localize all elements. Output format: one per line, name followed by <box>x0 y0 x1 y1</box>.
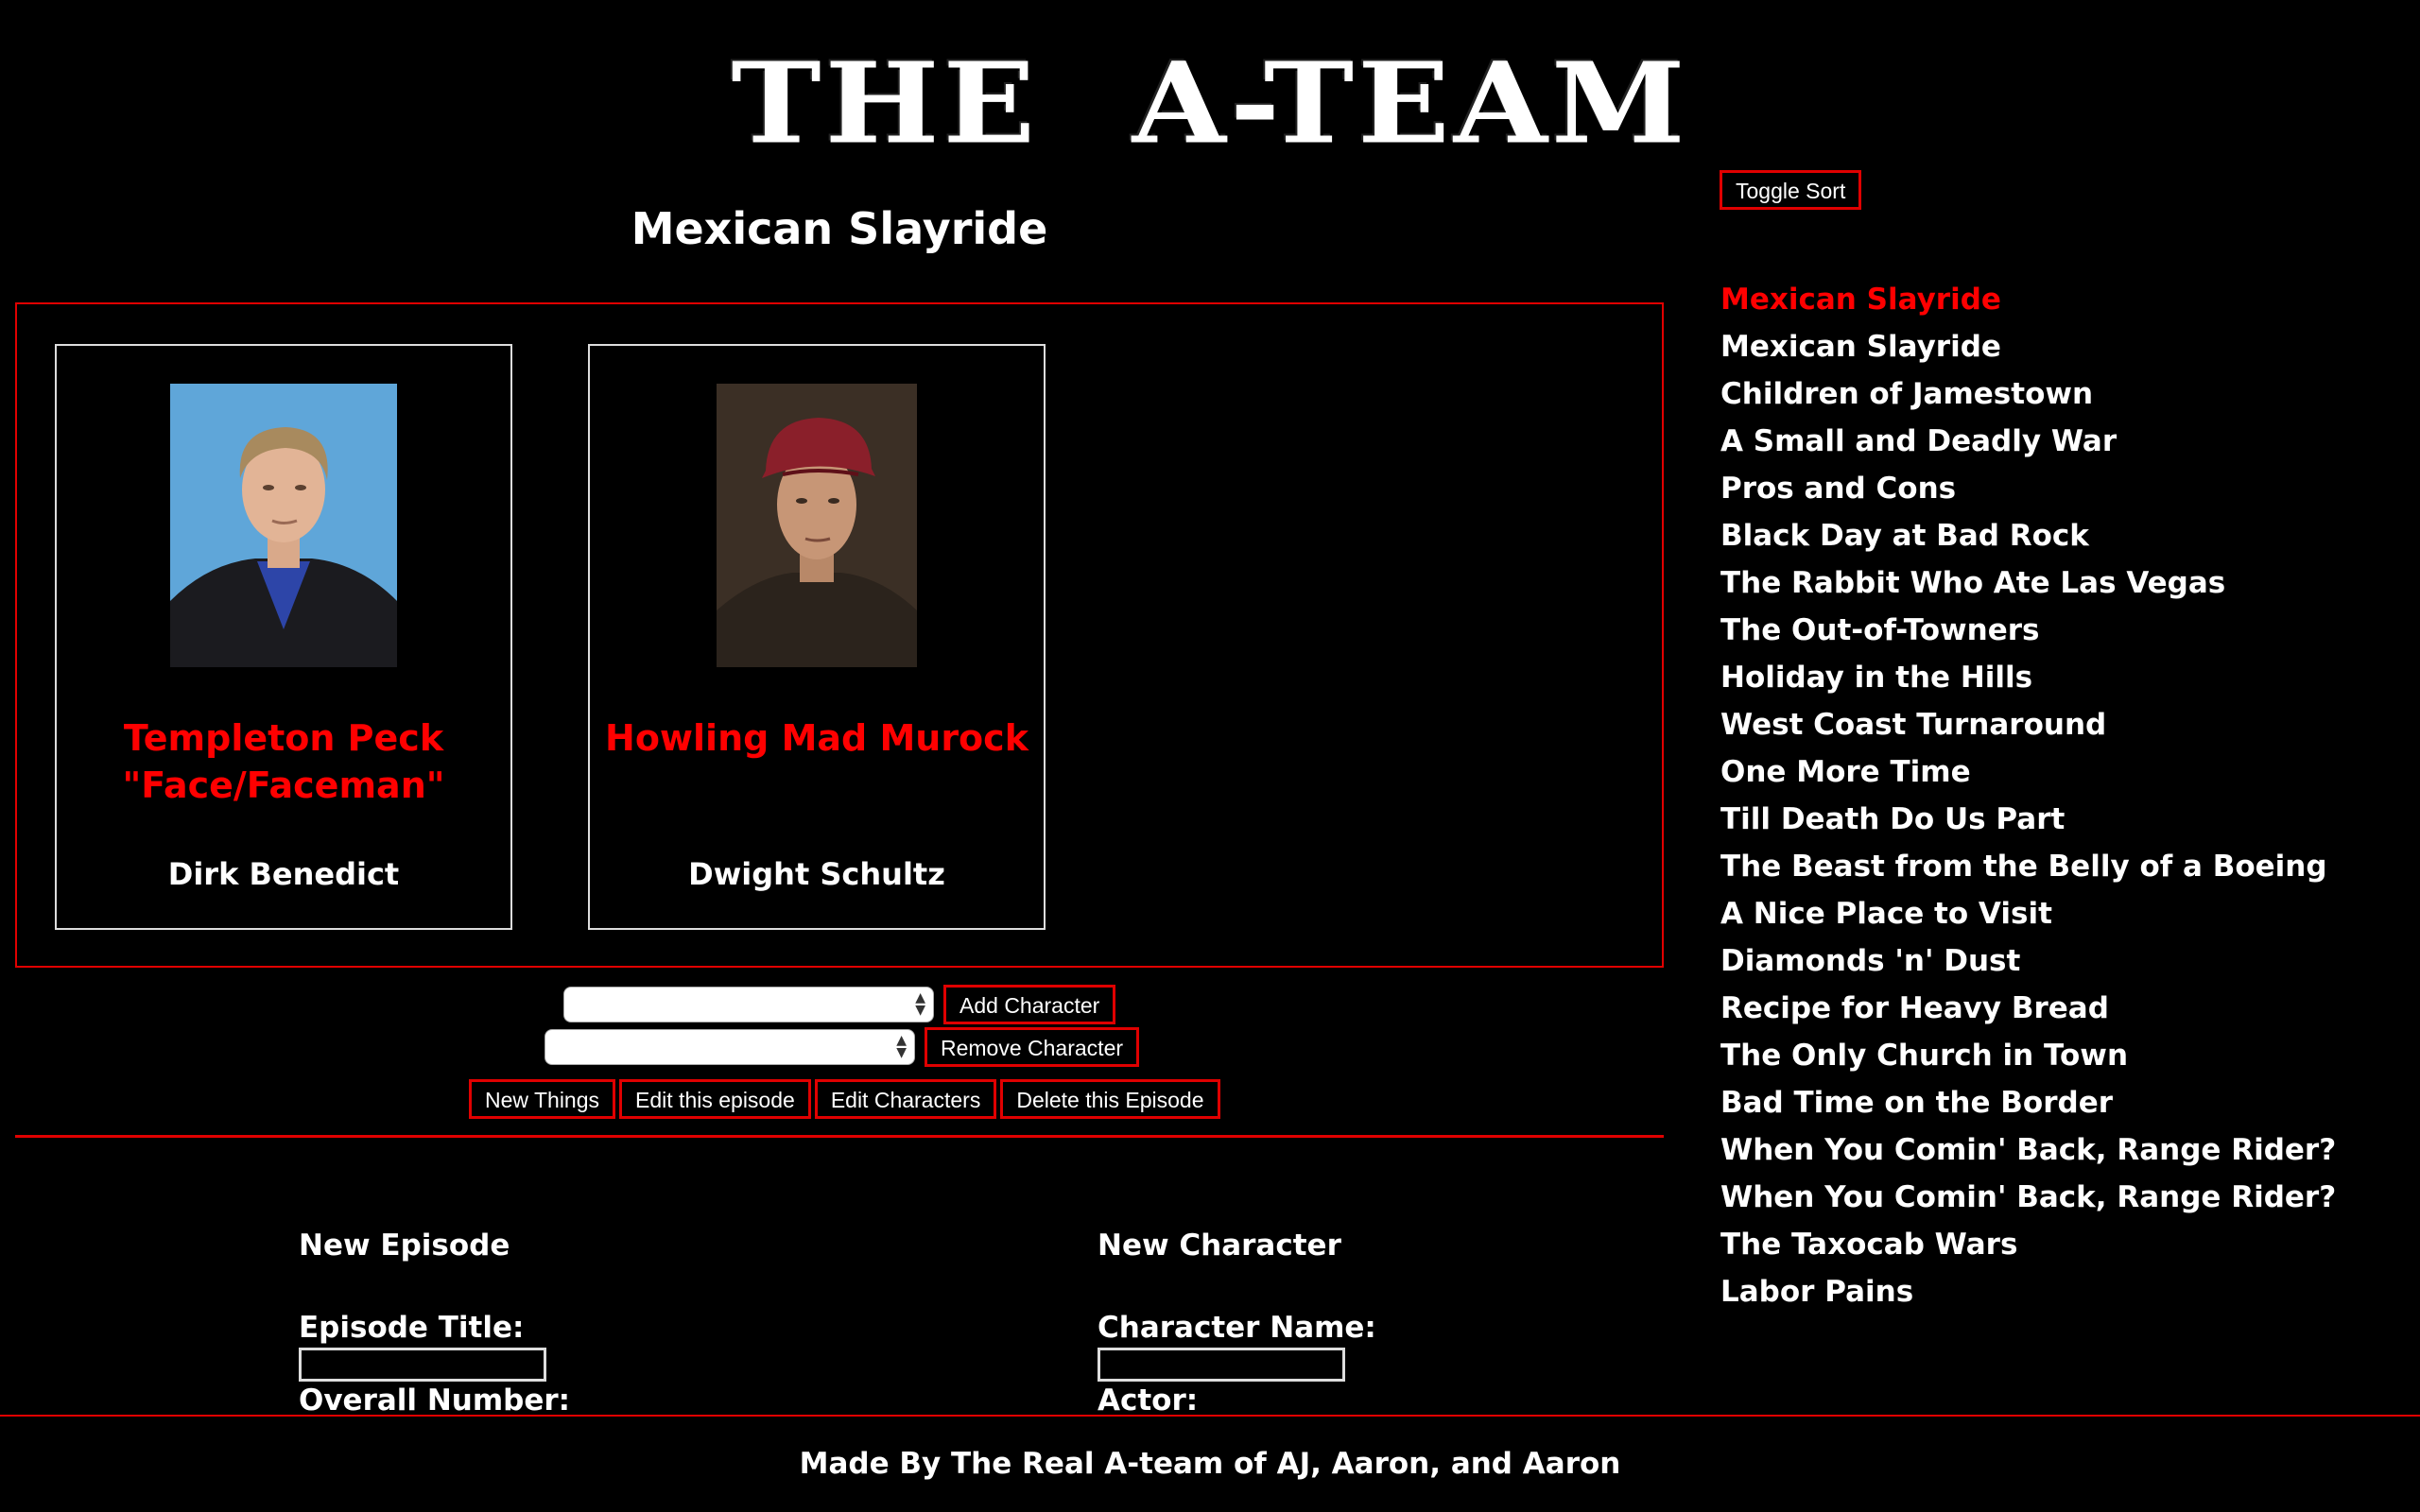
remove-character-row: ▲ ▼ Remove Character <box>544 1027 1140 1067</box>
episode-list-item[interactable]: West Coast Turnaround <box>1720 701 2336 748</box>
actor-name: Dirk Benedict <box>167 856 400 892</box>
new-character-form: New Character Character Name: Actor: <box>1098 1228 1376 1419</box>
footer-credits: Made By The Real A-team of AJ, Aaron, an… <box>799 1447 1621 1481</box>
episode-list-item[interactable]: The Taxocab Wars <box>1720 1221 2336 1268</box>
character-photo <box>717 384 917 667</box>
site-logo: THE A-TEAM <box>731 39 1689 169</box>
character-name: Howling Mad Murock <box>605 717 1028 759</box>
episode-list-item[interactable]: Diamonds 'n' Dust <box>1720 937 2336 985</box>
character-name: Templeton Peck "Face/Faceman" <box>122 717 445 806</box>
episode-list-item[interactable]: The Rabbit Who Ate Las Vegas <box>1720 559 2336 607</box>
new-character-heading: New Character <box>1098 1228 1341 1263</box>
toggle-sort-button[interactable]: Toggle Sort <box>1720 170 1862 210</box>
episode-list: Mexican Slayride Mexican Slayride Childr… <box>1720 276 2336 1315</box>
episode-list-item[interactable]: Holiday in the Hills <box>1720 654 2336 701</box>
episode-list-item[interactable]: Till Death Do Us Part <box>1720 796 2336 843</box>
episode-list-item[interactable]: The Out-of-Towners <box>1720 607 2336 654</box>
episode-list-item[interactable]: When You Comin' Back, Range Rider? <box>1720 1126 2336 1174</box>
page-footer: Made By The Real A-team of AJ, Aaron, an… <box>0 1415 2420 1512</box>
actor-label: Actor: <box>1098 1383 1199 1418</box>
episode-list-item[interactable]: Recipe for Heavy Bread <box>1720 985 2336 1032</box>
select-arrows-icon: ▲ ▼ <box>896 1033 907 1060</box>
delete-episode-button[interactable]: Delete this Episode <box>1000 1079 1220 1119</box>
episode-list-item[interactable]: Mexican Slayride <box>1720 323 2336 370</box>
remove-character-button[interactable]: Remove Character <box>925 1027 1140 1067</box>
character-photo <box>170 384 397 667</box>
cast-panel: Templeton Peck "Face/Faceman" Dirk Bened… <box>15 302 1664 968</box>
episode-list-item[interactable]: One More Time <box>1720 748 2336 796</box>
remove-character-select[interactable]: ▲ ▼ <box>544 1029 915 1065</box>
edit-characters-button[interactable]: Edit Characters <box>814 1079 997 1119</box>
episode-title: Mexican Slayride <box>631 203 1048 254</box>
edit-episode-button[interactable]: Edit this episode <box>619 1079 811 1119</box>
add-character-button[interactable]: Add Character <box>943 985 1116 1024</box>
character-name-label: Character Name: <box>1098 1311 1376 1345</box>
new-episode-heading: New Episode <box>299 1228 510 1263</box>
episode-title-label: Episode Title: <box>299 1311 525 1345</box>
new-episode-form: New Episode Episode Title: Overall Numbe… <box>299 1228 570 1419</box>
episode-list-item[interactable]: Bad Time on the Border <box>1720 1079 2336 1126</box>
section-divider <box>15 1135 1664 1138</box>
character-card[interactable]: Templeton Peck "Face/Faceman" Dirk Bened… <box>55 344 512 930</box>
character-card[interactable]: Howling Mad Murock Dwight Schultz <box>588 344 1046 930</box>
new-things-button[interactable]: New Things <box>469 1079 616 1119</box>
episode-list-item[interactable]: A Small and Deadly War <box>1720 418 2336 465</box>
episode-list-item[interactable]: Pros and Cons <box>1720 465 2336 512</box>
episode-list-item[interactable]: Mexican Slayride <box>1720 276 2336 323</box>
add-character-row: ▲ ▼ Add Character <box>563 985 1116 1024</box>
episode-actions: New Things Edit this episode Edit Charac… <box>469 1079 1220 1119</box>
episode-title-input[interactable] <box>299 1348 546 1382</box>
actor-name: Dwight Schultz <box>688 856 945 892</box>
character-name-input[interactable] <box>1098 1348 1345 1382</box>
episode-list-item[interactable]: Labor Pains <box>1720 1268 2336 1315</box>
episode-list-item[interactable]: When You Comin' Back, Range Rider? <box>1720 1174 2336 1221</box>
select-arrows-icon: ▲ ▼ <box>915 990 925 1018</box>
episode-list-item[interactable]: A Nice Place to Visit <box>1720 890 2336 937</box>
episode-list-item[interactable]: Children of Jamestown <box>1720 370 2336 418</box>
episode-list-item[interactable]: Black Day at Bad Rock <box>1720 512 2336 559</box>
add-character-select[interactable]: ▲ ▼ <box>563 987 934 1022</box>
episode-list-item[interactable]: The Only Church in Town <box>1720 1032 2336 1079</box>
overall-number-label: Overall Number: <box>299 1383 571 1418</box>
episode-list-item[interactable]: The Beast from the Belly of a Boeing <box>1720 843 2336 890</box>
